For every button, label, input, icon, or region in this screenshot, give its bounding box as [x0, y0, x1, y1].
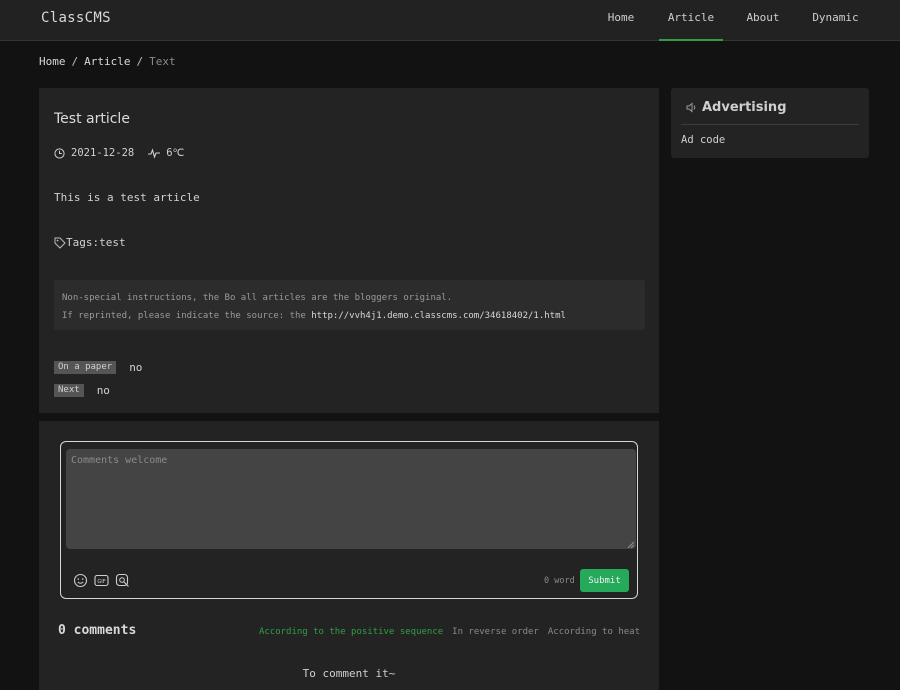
comments-card: GIF 0 word Submit 0 comments According t… — [39, 421, 659, 690]
clock-icon — [54, 147, 65, 159]
prev-label: On a paper — [54, 361, 117, 374]
sort-heat[interactable]: According to heat — [548, 627, 640, 637]
tag-link[interactable]: test — [99, 236, 126, 249]
sort-reverse[interactable]: In reverse order — [452, 627, 539, 637]
ad-code: Ad code — [681, 134, 726, 146]
breadcrumb-article[interactable]: Article — [84, 55, 130, 68]
nav-home[interactable]: Home — [600, 0, 642, 41]
resize-handle-icon[interactable] — [627, 541, 634, 548]
widget-title-text: Advertising — [702, 100, 787, 115]
advertising-widget: Advertising Ad code — [671, 88, 869, 158]
article-meta: 2021-12-28 6℃ — [54, 147, 184, 159]
next-value: no — [96, 384, 110, 397]
submit-button[interactable]: Submit — [580, 569, 629, 592]
gif-icon[interactable]: GIF — [94, 573, 109, 588]
word-count: 0 word — [544, 576, 575, 586]
prev-article: On a paper no — [54, 361, 142, 374]
breadcrumb-separator: / — [71, 55, 79, 68]
article-tags: Tags: test — [54, 236, 126, 249]
tag-icon — [54, 237, 66, 249]
speaker-icon — [686, 102, 696, 113]
breadcrumb-home[interactable]: Home — [39, 55, 66, 68]
widget-title: Advertising — [686, 100, 787, 115]
notice-line-1: Non-special instructions, the Bo all art… — [62, 293, 453, 303]
comment-sort: According to the positive sequence In re… — [259, 627, 640, 637]
emoji-icon[interactable] — [73, 573, 88, 588]
widget-divider — [681, 124, 859, 125]
breadcrumb-current: Text — [149, 55, 176, 68]
article-date: 2021-12-28 — [71, 147, 135, 159]
sort-positive[interactable]: According to the positive sequence — [259, 627, 443, 637]
comment-input[interactable] — [66, 449, 636, 549]
comments-count: 0 comments — [58, 623, 137, 638]
comment-form: GIF 0 word Submit — [60, 441, 638, 599]
article-body: This is a test article — [54, 191, 200, 204]
top-header: ClassCMS Home Article About Dynamic — [0, 0, 900, 41]
pulse-icon — [148, 147, 161, 159]
article-title: Test article — [54, 111, 130, 127]
next-label: Next — [54, 384, 84, 397]
svg-text:GIF: GIF — [97, 579, 105, 585]
image-search-icon[interactable] — [115, 573, 130, 588]
empty-comments-message: To comment it~ — [302, 667, 396, 680]
prev-value: no — [129, 361, 143, 374]
article-card: Test article 2021-12-28 6℃ This is a tes… — [39, 88, 659, 413]
nav-about[interactable]: About — [741, 0, 785, 41]
breadcrumb-separator: / — [136, 55, 144, 68]
next-article: Next no — [54, 384, 110, 397]
source-link[interactable]: http://vvh4j1.demo.classcms.com/34618402… — [311, 311, 566, 321]
nav-article[interactable]: Article — [659, 0, 723, 41]
comment-toolbar: GIF — [73, 573, 130, 588]
site-logo[interactable]: ClassCMS — [41, 10, 111, 26]
article-heat: 6℃ — [166, 147, 185, 159]
breadcrumb: Home / Article / Text — [39, 55, 176, 68]
copyright-notice: Non-special instructions, the Bo all art… — [54, 280, 645, 330]
notice-line-2: If reprinted, please indicate the source… — [62, 307, 645, 325]
notice-source-prefix: If reprinted, please indicate the source… — [62, 311, 312, 321]
nav-dynamic[interactable]: Dynamic — [808, 0, 863, 41]
tags-label: Tags: — [66, 236, 100, 249]
